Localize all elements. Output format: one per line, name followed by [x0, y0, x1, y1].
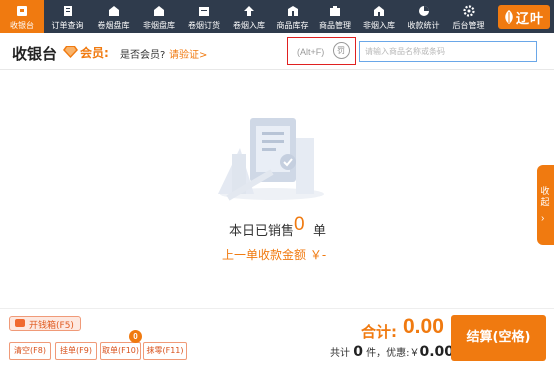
nav-non-cigarette-stock-in[interactable]: 非烟入库: [357, 0, 401, 33]
nav-cigarette-inventory[interactable]: 卷烟盘库: [91, 0, 136, 33]
discount-value: 0.00: [419, 344, 455, 360]
scan-glyph: 罚: [337, 46, 345, 55]
sold-today-count: 0: [294, 214, 305, 235]
nav-non-cigarette-inventory[interactable]: 非烟盘库: [136, 0, 182, 33]
cashbox-icon: [15, 319, 25, 327]
scan-icon[interactable]: 罚: [333, 42, 350, 59]
admin-gear-icon: [446, 5, 491, 17]
nav-label: 卷烟订货: [188, 21, 220, 30]
open-cashbox-button[interactable]: 开钱箱(F5): [9, 316, 81, 331]
header-divider: [0, 69, 554, 70]
leaf-icon: [503, 9, 515, 30]
nav-label: 商品库存: [276, 21, 309, 30]
chevron-right-icon: ›: [541, 213, 545, 224]
hold-order-button[interactable]: 挂单(F9): [55, 342, 97, 360]
collapse-label: 收起: [540, 187, 550, 208]
nav-label: 后台管理: [452, 21, 485, 30]
nav-label: 收款统计: [407, 21, 440, 30]
cigarette-stock-in-icon: [226, 5, 272, 17]
cashier-icon: [0, 5, 44, 17]
round-off-button[interactable]: 抹零(F11): [143, 342, 187, 360]
cigarette-inventory-icon: [91, 5, 136, 17]
nav-payment-stats[interactable]: 收款统计: [401, 0, 446, 33]
nav-product-manage[interactable]: 商品管理: [313, 0, 357, 33]
nav-product-stock[interactable]: 商品库存: [272, 0, 313, 33]
nav-cashier[interactable]: 收银台: [0, 0, 44, 33]
sold-today-unit: 单: [313, 224, 327, 239]
sold-today-label: 本日已销售: [229, 224, 295, 239]
top-nav: 收银台 订单查询 卷烟盘库 非烟盘库 卷烟订货 卷烟入库 商品库存 商品管理 非…: [0, 0, 554, 33]
member-label: 会员:: [80, 46, 109, 60]
summary-currency: ￥: [409, 348, 420, 359]
total-value: 0.00: [403, 315, 444, 338]
clear-button[interactable]: 清空(F8): [9, 342, 51, 360]
nav-cigarette-stock-in[interactable]: 卷烟入库: [226, 0, 272, 33]
collapse-side-tab[interactable]: 收起 ›: [537, 165, 554, 245]
shortcut-hint: (Alt+F): [297, 47, 325, 57]
nav-label: 收银台: [10, 21, 34, 30]
nav-cigarette-order[interactable]: 卷烟订货: [182, 0, 226, 33]
nav-label: 订单查询: [51, 21, 84, 30]
nav-label: 非烟盘库: [143, 21, 175, 30]
total-label: 合计:: [361, 323, 397, 341]
item-count: 0: [353, 344, 363, 360]
nav-label: 卷烟盘库: [97, 21, 130, 30]
member-question: 是否会员?: [120, 50, 166, 61]
last-order-amount: 上一单收款金额 ￥-: [222, 248, 327, 262]
member-gem-icon: [63, 45, 78, 63]
footer-divider: [0, 308, 554, 309]
non-cigarette-inventory-icon: [136, 5, 182, 17]
nav-admin[interactable]: 后台管理: [446, 0, 491, 33]
payment-stats-icon: [401, 5, 446, 17]
order-summary: 共计 0 件，优惠:￥0.00: [330, 344, 454, 360]
non-cigarette-stock-in-icon: [357, 5, 401, 17]
nav-label: 非烟入库: [363, 21, 395, 30]
open-cashbox-label: 开钱箱(F5): [29, 321, 74, 331]
summary-middle: 件，优惠:: [366, 348, 410, 359]
nav-order-search[interactable]: 订单查询: [44, 0, 91, 33]
verify-member-link[interactable]: 请验证>: [169, 46, 207, 61]
summary-prefix: 共计: [330, 348, 350, 359]
cigarette-order-icon: [182, 5, 226, 17]
checkout-button[interactable]: 结算(空格): [451, 315, 546, 361]
product-stock-icon: [272, 5, 313, 17]
product-manage-icon: [313, 5, 357, 17]
page-title: 收银台: [12, 45, 58, 63]
nav-label: 卷烟入库: [233, 21, 265, 30]
order-search-icon: [44, 5, 91, 17]
search-input[interactable]: [359, 41, 537, 62]
retrieve-order-button[interactable]: 取单(F10): [100, 342, 141, 360]
empty-orders-illustration: [218, 118, 324, 201]
brand-name: 辽叶: [516, 12, 545, 27]
nav-label: 商品管理: [319, 21, 351, 30]
pending-orders-badge: 0: [129, 330, 142, 343]
brand-logo: 辽叶: [498, 5, 550, 29]
